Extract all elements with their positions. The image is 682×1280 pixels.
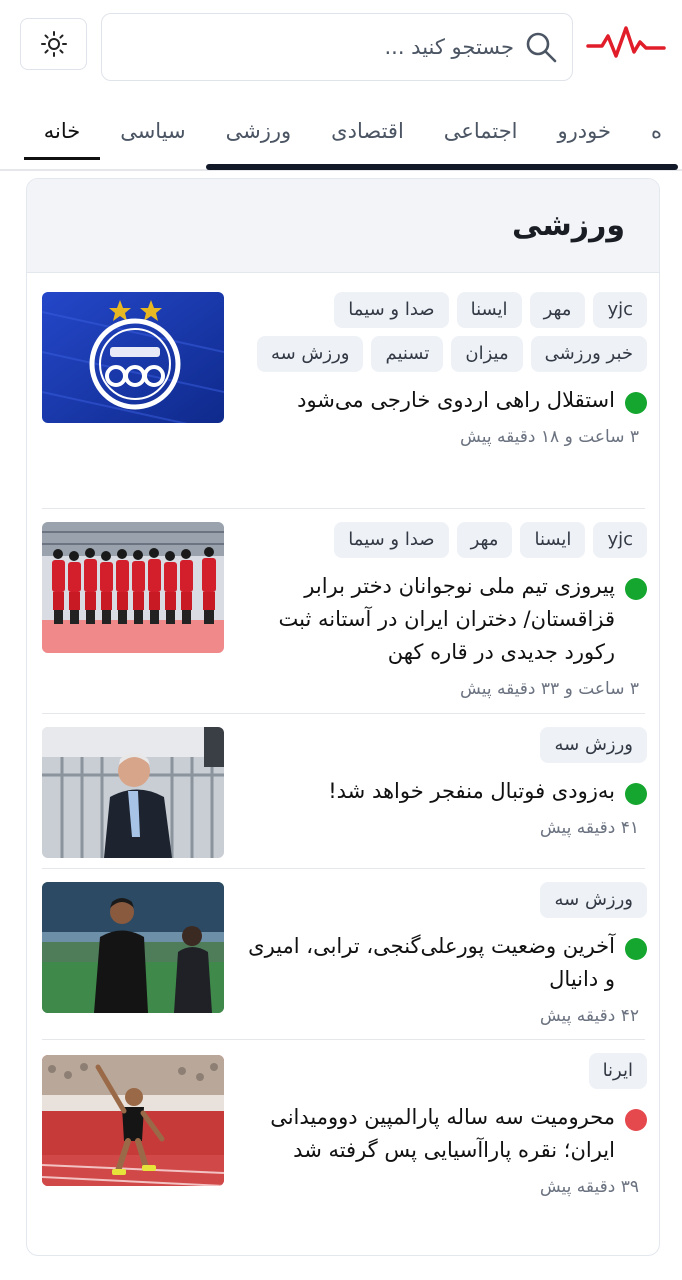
news-thumbnail[interactable] [42,1055,224,1186]
source-chip[interactable]: yjc [593,522,647,558]
source-chip[interactable]: میزان [451,336,523,372]
status-dot-icon [625,1109,647,1131]
news-time: ۳ ساعت و ۱۸ دقیقه پیش [460,427,639,447]
news-time: ۴۲ دقیقه پیش [539,1006,639,1026]
news-thumbnail[interactable] [42,522,224,653]
tab-list: خانه سیاسی ورزشی اقتصادی اجتماعی خودرو ه [23,100,682,160]
tab-scrollbar[interactable] [206,164,678,170]
news-content: ورزش سه آخرین وضعیت پورعلی‌گنجی، ترابی، … [237,882,647,1026]
tab-economy[interactable]: اقتصادی [311,100,424,160]
news-headline[interactable]: پیروزی تیم ملی نوجوانان دختر برابر قزاقس… [237,570,647,669]
status-dot-icon [625,783,647,805]
source-list: ایرنا [237,1053,647,1089]
search-input[interactable] [134,35,514,59]
news-title[interactable]: آخرین وضعیت پورعلی‌گنجی، ترابی، امیری و … [237,930,615,996]
news-title[interactable]: محرومیت سه ساله پارالمپین دوومیدانی ایرا… [237,1101,615,1167]
source-chip[interactable]: ورزش سه [540,727,647,763]
source-list: ورزش سه [237,727,647,763]
news-headline[interactable]: به‌زودی فوتبال منفجر خواهد شد! [237,775,647,808]
card-header: ورزشی [27,179,659,273]
news-time: ۳۹ دقیقه پیش [539,1177,639,1197]
search-box [101,13,573,81]
search-icon[interactable] [524,30,558,64]
source-chip[interactable]: تسنیم [371,336,444,372]
news-thumbnail[interactable] [42,292,224,423]
top-bar [0,0,682,100]
pulse-logo-icon[interactable] [586,22,666,66]
news-content: yjc ایسنا مهر صدا و سیما پیروزی تیم ملی … [237,522,647,699]
tab-social[interactable]: اجتماعی [424,100,538,160]
news-title[interactable]: پیروزی تیم ملی نوجوانان دختر برابر قزاقس… [237,570,615,669]
divider [42,868,645,869]
tab-auto[interactable]: خودرو [538,100,631,160]
news-headline[interactable]: آخرین وضعیت پورعلی‌گنجی، ترابی، امیری و … [237,930,647,996]
news-headline[interactable]: محرومیت سه ساله پارالمپین دوومیدانی ایرا… [237,1101,647,1167]
tab-more[interactable]: ه [631,100,682,160]
news-thumbnail[interactable] [42,882,224,1013]
news-content: ایرنا محرومیت سه ساله پارالمپین دوومیدان… [237,1053,647,1197]
source-chip[interactable]: ایرنا [588,1053,647,1089]
source-chip[interactable]: صدا و سیما [334,292,449,328]
source-chip[interactable]: مهر [529,292,586,328]
tab-sports[interactable]: ورزشی [206,100,312,160]
news-time: ۳ ساعت و ۳۳ دقیقه پیش [460,679,639,699]
news-content: yjc مهر ایسنا صدا و سیما خبر ورزشی میزان… [237,292,647,447]
divider [42,508,645,509]
section-title: ورزشی [511,208,625,243]
source-chip[interactable]: مهر [456,522,513,558]
news-title[interactable]: استقلال راهی اردوی خارجی می‌شود [297,384,615,417]
source-chip[interactable]: yjc [593,292,647,328]
sun-icon [40,31,67,57]
category-tabs: خانه سیاسی ورزشی اقتصادی اجتماعی خودرو ه [0,100,682,172]
source-chip[interactable]: صدا و سیما [334,522,449,558]
news-title[interactable]: به‌زودی فوتبال منفجر خواهد شد! [328,775,615,808]
news-headline[interactable]: استقلال راهی اردوی خارجی می‌شود [237,384,647,417]
source-list: ورزش سه [237,882,647,918]
source-list: yjc مهر ایسنا صدا و سیما خبر ورزشی میزان… [237,292,647,372]
source-chip[interactable]: ورزش سه [540,882,647,918]
divider [42,1039,645,1040]
status-dot-icon [625,578,647,600]
news-content: ورزش سه به‌زودی فوتبال منفجر خواهد شد! ۴… [237,727,647,838]
theme-toggle-button[interactable] [20,18,87,70]
divider [42,713,645,714]
source-chip[interactable]: ورزش سه [256,336,364,372]
source-chip[interactable]: ایسنا [456,292,522,328]
source-chip[interactable]: ایسنا [520,522,586,558]
status-dot-icon [625,938,647,960]
source-chip[interactable]: خبر ورزشی [530,336,647,372]
sports-news-card: ورزشی yjc مهر ایسنا صدا و سیما خبر ورزشی… [26,178,660,1256]
status-dot-icon [625,392,647,414]
news-thumbnail[interactable] [42,727,224,858]
source-list: yjc ایسنا مهر صدا و سیما [237,522,647,558]
tab-politics[interactable]: سیاسی [100,100,205,160]
tab-home[interactable]: خانه [23,100,101,160]
news-time: ۴۱ دقیقه پیش [539,818,639,838]
